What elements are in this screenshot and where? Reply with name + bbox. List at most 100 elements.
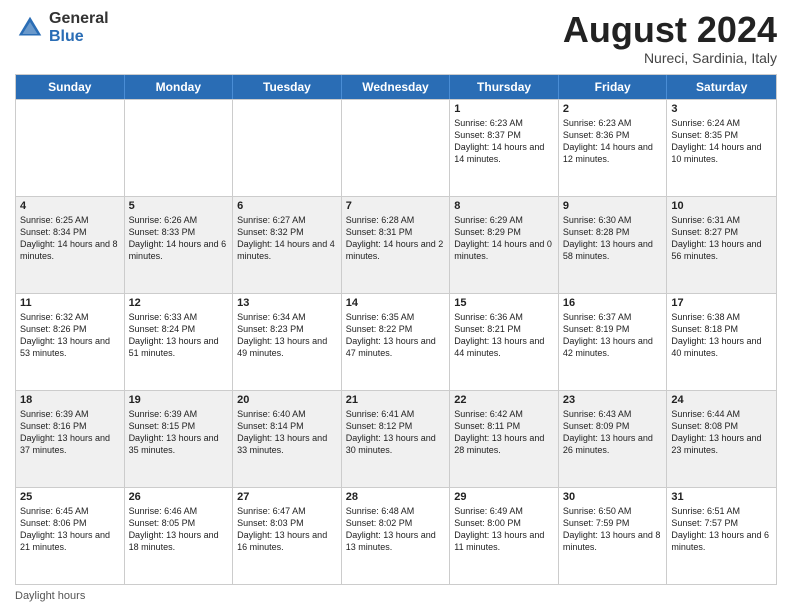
calendar-cell: 12Sunrise: 6:33 AM Sunset: 8:24 PM Dayli…: [125, 294, 234, 390]
logo-text: General Blue: [49, 10, 109, 45]
calendar-cell: 18Sunrise: 6:39 AM Sunset: 8:16 PM Dayli…: [16, 391, 125, 487]
calendar-cell: 21Sunrise: 6:41 AM Sunset: 8:12 PM Dayli…: [342, 391, 451, 487]
calendar-header-cell: Wednesday: [342, 75, 451, 99]
calendar-row: 11Sunrise: 6:32 AM Sunset: 8:26 PM Dayli…: [16, 293, 776, 390]
calendar-cell: 30 Sunrise: 6:50 AM Sunset: 7:59 PM Dayli…: [559, 488, 668, 584]
day-number: 9: [563, 200, 663, 212]
calendar: SundayMondayTuesdayWednesdayThursdayFrid…: [15, 74, 777, 585]
calendar-row: 1 Sunrise: 6:23 AM Sunset: 8:37 PM Daylig…: [16, 99, 776, 196]
day-info: Sunrise: 6:27 AM Sunset: 8:32 PM Dayligh…: [237, 214, 337, 263]
day-number: 30: [563, 491, 663, 503]
calendar-cell: 28 Sunrise: 6:48 AM Sunset: 8:02 PM Dayli…: [342, 488, 451, 584]
day-number: 29: [454, 491, 554, 503]
day-info: Sunrise: 6:26 AM Sunset: 8:33 PM Dayligh…: [129, 214, 229, 263]
footer-text: Daylight hours: [15, 590, 85, 602]
day-number: 20: [237, 394, 337, 406]
logo-blue: Blue: [49, 28, 109, 46]
calendar-cell: [125, 100, 234, 196]
calendar-cell: 26 Sunrise: 6:46 AM Sunset: 8:05 PM Dayli…: [125, 488, 234, 584]
page: General Blue August 2024 Nureci, Sardini…: [0, 0, 792, 612]
calendar-cell: 13 Sunrise: 6:34 AM Sunset: 8:23 PM Dayli…: [233, 294, 342, 390]
day-info: Sunrise: 6:24 AM Sunset: 8:35 PM Dayligh…: [671, 117, 772, 166]
day-info: Sunrise: 6:48 AM Sunset: 8:02 PM Dayligh…: [346, 505, 446, 554]
calendar-cell: 19Sunrise: 6:39 AM Sunset: 8:15 PM Dayli…: [125, 391, 234, 487]
calendar-header-cell: Friday: [559, 75, 668, 99]
calendar-cell: 6 Sunrise: 6:27 AM Sunset: 8:32 PM Daylig…: [233, 197, 342, 293]
logo-general: General: [49, 10, 109, 28]
day-info: Sunrise: 6:49 AM Sunset: 8:00 PM Dayligh…: [454, 505, 554, 554]
day-number: 15: [454, 297, 554, 309]
calendar-header-cell: Sunday: [16, 75, 125, 99]
calendar-cell: [233, 100, 342, 196]
day-number: 2: [563, 103, 663, 115]
day-info: Sunrise: 6:23 AM Sunset: 8:36 PM Dayligh…: [563, 117, 663, 166]
day-number: 22: [454, 394, 554, 406]
calendar-cell: 14Sunrise: 6:35 AM Sunset: 8:22 PM Dayli…: [342, 294, 451, 390]
calendar-cell: 24Sunrise: 6:44 AM Sunset: 8:08 PM Dayli…: [667, 391, 776, 487]
day-info: Sunrise: 6:30 AM Sunset: 8:28 PM Dayligh…: [563, 214, 663, 263]
day-number: 4: [20, 200, 120, 212]
calendar-cell: 8Sunrise: 6:29 AM Sunset: 8:29 PM Daylig…: [450, 197, 559, 293]
calendar-cell: 29 Sunrise: 6:49 AM Sunset: 8:00 PM Dayli…: [450, 488, 559, 584]
day-number: 26: [129, 491, 229, 503]
day-info: Sunrise: 6:28 AM Sunset: 8:31 PM Dayligh…: [346, 214, 446, 263]
day-info: Sunrise: 6:39 AM Sunset: 8:16 PM Dayligh…: [20, 408, 120, 457]
day-number: 1: [454, 103, 554, 115]
calendar-row: 18Sunrise: 6:39 AM Sunset: 8:16 PM Dayli…: [16, 390, 776, 487]
day-info: Sunrise: 6:51 AM Sunset: 7:57 PM Dayligh…: [671, 505, 772, 554]
calendar-cell: 16Sunrise: 6:37 AM Sunset: 8:19 PM Dayli…: [559, 294, 668, 390]
day-info: Sunrise: 6:38 AM Sunset: 8:18 PM Dayligh…: [671, 311, 772, 360]
calendar-cell: 27Sunrise: 6:47 AM Sunset: 8:03 PM Dayli…: [233, 488, 342, 584]
day-number: 10: [671, 200, 772, 212]
calendar-cell: 17Sunrise: 6:38 AM Sunset: 8:18 PM Dayli…: [667, 294, 776, 390]
day-number: 14: [346, 297, 446, 309]
title-block: August 2024 Nureci, Sardinia, Italy: [563, 10, 777, 66]
calendar-cell: [16, 100, 125, 196]
day-number: 28: [346, 491, 446, 503]
calendar-cell: 23 Sunrise: 6:43 AM Sunset: 8:09 PM Dayli…: [559, 391, 668, 487]
logo-icon: [15, 13, 45, 43]
day-info: Sunrise: 6:43 AM Sunset: 8:09 PM Dayligh…: [563, 408, 663, 457]
day-number: 27: [237, 491, 337, 503]
calendar-body: 1 Sunrise: 6:23 AM Sunset: 8:37 PM Daylig…: [16, 99, 776, 584]
logo: General Blue: [15, 10, 109, 45]
day-number: 23: [563, 394, 663, 406]
calendar-cell: 31 Sunrise: 6:51 AM Sunset: 7:57 PM Dayli…: [667, 488, 776, 584]
day-number: 21: [346, 394, 446, 406]
day-info: Sunrise: 6:39 AM Sunset: 8:15 PM Dayligh…: [129, 408, 229, 457]
day-info: Sunrise: 6:29 AM Sunset: 8:29 PM Dayligh…: [454, 214, 554, 263]
day-number: 5: [129, 200, 229, 212]
day-info: Sunrise: 6:33 AM Sunset: 8:24 PM Dayligh…: [129, 311, 229, 360]
day-info: Sunrise: 6:46 AM Sunset: 8:05 PM Dayligh…: [129, 505, 229, 554]
day-number: 31: [671, 491, 772, 503]
calendar-cell: 22 Sunrise: 6:42 AM Sunset: 8:11 PM Dayli…: [450, 391, 559, 487]
day-info: Sunrise: 6:50 AM Sunset: 7:59 PM Dayligh…: [563, 505, 663, 554]
calendar-cell: 11Sunrise: 6:32 AM Sunset: 8:26 PM Dayli…: [16, 294, 125, 390]
day-number: 25: [20, 491, 120, 503]
day-info: Sunrise: 6:32 AM Sunset: 8:26 PM Dayligh…: [20, 311, 120, 360]
calendar-header-cell: Saturday: [667, 75, 776, 99]
day-info: Sunrise: 6:40 AM Sunset: 8:14 PM Dayligh…: [237, 408, 337, 457]
day-info: Sunrise: 6:31 AM Sunset: 8:27 PM Dayligh…: [671, 214, 772, 263]
calendar-cell: 15 Sunrise: 6:36 AM Sunset: 8:21 PM Dayli…: [450, 294, 559, 390]
day-info: Sunrise: 6:37 AM Sunset: 8:19 PM Dayligh…: [563, 311, 663, 360]
day-info: Sunrise: 6:42 AM Sunset: 8:11 PM Dayligh…: [454, 408, 554, 457]
calendar-header-cell: Tuesday: [233, 75, 342, 99]
header: General Blue August 2024 Nureci, Sardini…: [15, 10, 777, 66]
day-info: Sunrise: 6:36 AM Sunset: 8:21 PM Dayligh…: [454, 311, 554, 360]
day-info: Sunrise: 6:23 AM Sunset: 8:37 PM Dayligh…: [454, 117, 554, 166]
calendar-cell: 3 Sunrise: 6:24 AM Sunset: 8:35 PM Daylig…: [667, 100, 776, 196]
day-number: 6: [237, 200, 337, 212]
day-number: 13: [237, 297, 337, 309]
day-info: Sunrise: 6:25 AM Sunset: 8:34 PM Dayligh…: [20, 214, 120, 263]
day-info: Sunrise: 6:45 AM Sunset: 8:06 PM Dayligh…: [20, 505, 120, 554]
calendar-header-cell: Monday: [125, 75, 234, 99]
calendar-row: 4 Sunrise: 6:25 AM Sunset: 8:34 PM Daylig…: [16, 196, 776, 293]
day-info: Sunrise: 6:34 AM Sunset: 8:23 PM Dayligh…: [237, 311, 337, 360]
day-number: 3: [671, 103, 772, 115]
calendar-header: SundayMondayTuesdayWednesdayThursdayFrid…: [16, 75, 776, 99]
day-number: 24: [671, 394, 772, 406]
calendar-cell: [342, 100, 451, 196]
calendar-cell: 1 Sunrise: 6:23 AM Sunset: 8:37 PM Daylig…: [450, 100, 559, 196]
title-location: Nureci, Sardinia, Italy: [563, 50, 777, 66]
